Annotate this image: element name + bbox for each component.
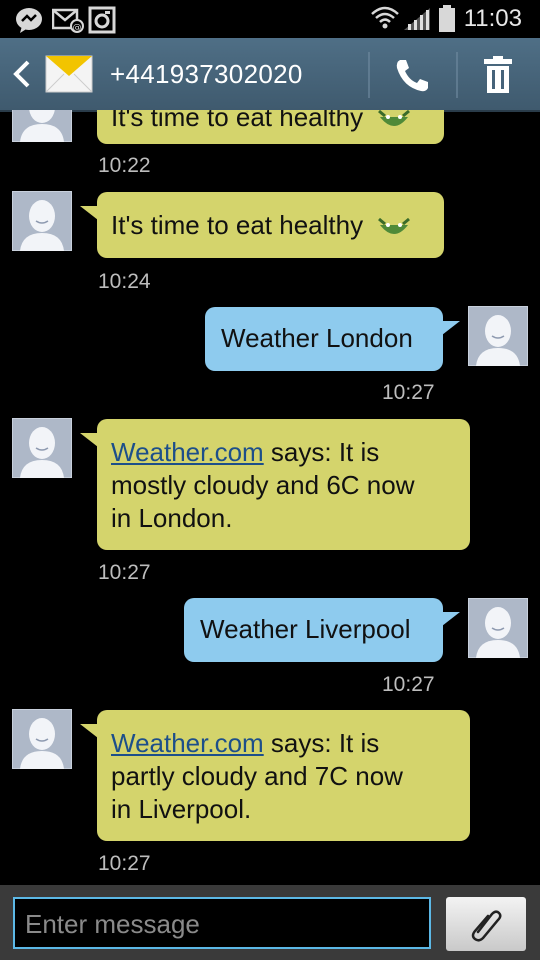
message-bubble-outgoing[interactable]: Weather Liverpool: [184, 598, 443, 662]
svg-text:@: @: [73, 23, 82, 33]
message-text: partly cloudy and 7C now: [111, 761, 403, 791]
wifi-icon: [371, 6, 399, 29]
weather-link[interactable]: Weather.com: [111, 728, 264, 758]
message-timestamp: 10:24: [98, 270, 151, 293]
message-text: in Liverpool.: [111, 794, 252, 824]
my-avatar: [468, 306, 528, 366]
message-text: in London.: [111, 503, 233, 533]
mail-notification-icon: @: [52, 8, 84, 33]
contact-avatar: [12, 110, 72, 142]
messenger-icon: [16, 8, 42, 33]
contact-avatar: [12, 709, 72, 769]
my-avatar: [468, 598, 528, 658]
phone-icon[interactable]: [392, 56, 432, 94]
message-text: says: It is: [263, 728, 380, 758]
message-text: mostly cloudy and 6C now: [111, 470, 415, 500]
header-divider: [368, 52, 370, 98]
trash-icon[interactable]: [478, 55, 518, 95]
message-timestamp: 10:27: [98, 852, 151, 875]
message-text: It's time to eat healthy: [111, 110, 364, 132]
message-timestamp: 10:27: [382, 381, 435, 404]
message-bubble-incoming[interactable]: Weather.com says: It is partly cloudy an…: [97, 710, 470, 841]
battery-icon: [439, 5, 455, 32]
contact-avatar: [12, 418, 72, 478]
bubble-tail: [442, 612, 460, 626]
contact-number: +441937302020: [110, 59, 303, 89]
bubble-tail: [442, 321, 460, 335]
back-arrow-icon[interactable]: [10, 58, 34, 90]
message-bubble-incoming[interactable]: It's time to eat healthy: [97, 192, 444, 258]
message-bubble-incoming[interactable]: It's time to eat healthy: [97, 110, 444, 144]
message-input[interactable]: Enter message: [13, 897, 431, 949]
conversation-header: +441937302020: [0, 38, 540, 112]
smiling-face-icon: [378, 110, 411, 127]
bubble-tail: [80, 724, 98, 738]
message-bubble-incoming[interactable]: Weather.com says: It is mostly cloudy an…: [97, 419, 470, 550]
status-time: 11:03: [463, 5, 522, 32]
attach-button[interactable]: [446, 897, 526, 951]
message-text: says: It is: [263, 437, 380, 467]
smiling-face-icon: [378, 217, 411, 235]
composer-bar: Enter message: [0, 885, 540, 960]
message-list[interactable]: It's time to eat healthy 10:22 It's time…: [0, 110, 540, 885]
message-text: Weather London: [221, 323, 413, 353]
weather-link[interactable]: Weather.com: [111, 437, 264, 467]
message-text: It's time to eat healthy: [111, 210, 364, 240]
message-text: Weather Liverpool: [200, 614, 411, 644]
message-timestamp: 10:27: [382, 673, 435, 696]
message-timestamp: 10:27: [98, 561, 151, 584]
bubble-tail: [80, 206, 98, 220]
envelope-icon: [45, 55, 93, 93]
header-divider: [456, 52, 458, 98]
bubble-tail: [80, 433, 98, 447]
message-bubble-outgoing[interactable]: Weather London: [205, 307, 443, 371]
status-bar: @ 11:03: [0, 0, 540, 38]
message-timestamp: 10:22: [98, 154, 151, 177]
signal-icon: [404, 8, 430, 30]
gallery-icon: [88, 6, 116, 34]
contact-avatar: [12, 191, 72, 251]
paperclip-icon: [471, 910, 502, 942]
